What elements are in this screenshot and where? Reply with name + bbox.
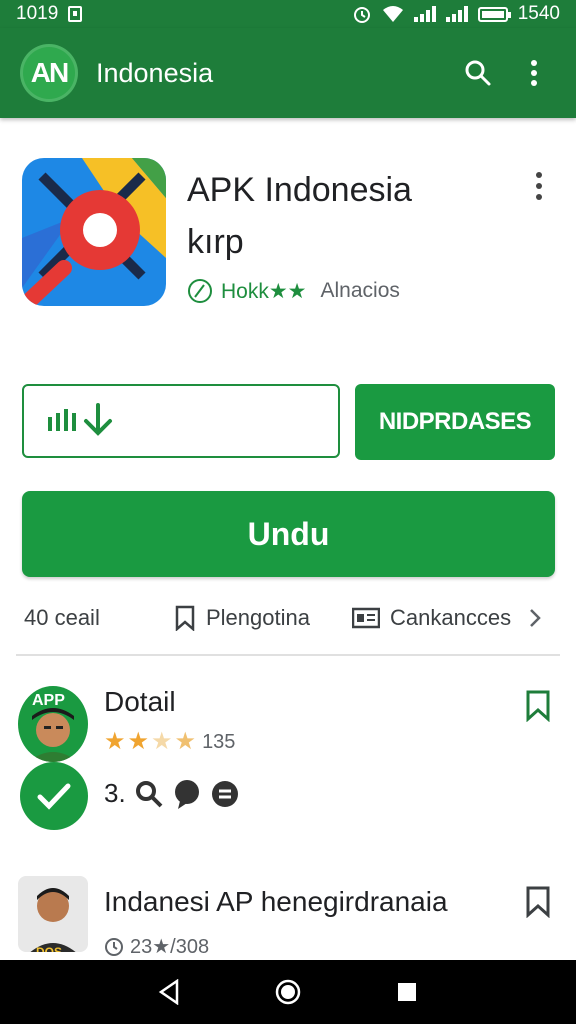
item-title: Indanesi AP henegirdranaia xyxy=(104,886,448,917)
avatar-image: DOS xyxy=(18,876,88,952)
item-stats-text: 3. xyxy=(104,778,126,808)
bookmark-icon xyxy=(175,605,195,631)
download-icon xyxy=(48,403,112,436)
back-icon xyxy=(159,979,179,1005)
more-vert-icon xyxy=(531,60,537,86)
downloads-text: 40 ceail xyxy=(24,605,100,630)
info-item-3-text: Cankancces xyxy=(390,605,512,630)
info-item-2[interactable]: Plengotina xyxy=(174,605,352,631)
clock-icon xyxy=(105,937,123,956)
info-item-2-text: Plengotina xyxy=(206,605,310,630)
secondary-button[interactable]: NIDPRDASES xyxy=(355,384,555,460)
item-rating: ★ ★ ★ ★ 135 xyxy=(104,730,235,754)
bookmark-icon xyxy=(526,690,550,723)
id-card-icon xyxy=(352,607,380,629)
star-icon: ★ xyxy=(127,728,150,755)
system-nav-bar xyxy=(0,960,576,1024)
item-title: Dotail xyxy=(104,686,176,717)
app-icon[interactable] xyxy=(22,158,166,306)
svg-text:DOS: DOS xyxy=(36,945,62,952)
more-vert-icon xyxy=(536,172,542,200)
alarm-icon xyxy=(353,7,370,23)
avatar: DOS xyxy=(18,876,88,952)
home-button[interactable] xyxy=(268,972,308,1012)
back-button[interactable] xyxy=(149,972,189,1012)
app-bar-title: Indonesia xyxy=(96,57,214,88)
app-rating: Hokk★★ xyxy=(221,279,307,303)
app-header: APK Indonesia kırp Hokk★★ Alnacios xyxy=(22,158,554,308)
star-icon: ★ xyxy=(104,728,126,755)
installed-badge xyxy=(20,762,88,830)
app-meta: Hokk★★ Alnacios xyxy=(187,278,400,304)
chat-icon xyxy=(174,779,199,809)
search-button[interactable] xyxy=(456,51,500,95)
app-name-line1: APK Indonesia xyxy=(187,171,412,209)
avatar: APP xyxy=(18,686,88,762)
signal-icon xyxy=(413,6,436,22)
logo-text: AN xyxy=(30,57,69,88)
chevron-right-icon[interactable] xyxy=(527,607,543,629)
search-icon xyxy=(135,780,163,807)
battery-icon xyxy=(477,6,511,22)
star-icon: ★ xyxy=(151,728,173,755)
signal-icon-2 xyxy=(445,6,468,22)
avatar-badge-text: APP xyxy=(32,692,65,709)
star-icon: ★ xyxy=(174,728,197,755)
rating-count: 135 xyxy=(202,730,236,753)
verified-icon xyxy=(188,279,212,303)
list-item[interactable]: DOS Indanesi AP henegirdranaia 23★/308 xyxy=(18,876,558,960)
map-pin-app-icon xyxy=(22,158,166,306)
divider xyxy=(16,654,560,656)
app-bar: AN Indonesia xyxy=(0,28,576,118)
rating-text: 23★/308 xyxy=(130,936,210,958)
install-button[interactable]: Undu xyxy=(22,491,555,577)
wifi-icon xyxy=(382,6,403,22)
app-name-line2: kırp xyxy=(187,223,244,261)
bookmark-icon xyxy=(526,886,550,919)
status-right-text: 1540 xyxy=(517,3,560,24)
item-stats: 3. xyxy=(104,778,240,809)
app-more-button[interactable] xyxy=(524,166,554,206)
search-icon xyxy=(465,60,491,86)
overflow-menu-button[interactable] xyxy=(512,51,556,95)
download-size-button[interactable] xyxy=(22,384,340,458)
status-time: 1019 xyxy=(16,3,59,24)
info-row: 40 ceail Plengotina Cankancces xyxy=(24,598,554,638)
downloads-info: 40 ceail xyxy=(24,605,174,631)
list-item[interactable]: APP Dotail ★ ★ ★ ★ 135 3. xyxy=(18,686,558,836)
check-icon xyxy=(37,783,71,810)
bookmark-button[interactable] xyxy=(524,690,554,724)
recents-button[interactable] xyxy=(387,972,427,1012)
bookmark-button[interactable] xyxy=(524,886,554,920)
info-item-3[interactable]: Cankancces xyxy=(352,605,543,631)
status-bar: 1019 1540 xyxy=(0,0,576,28)
recents-icon xyxy=(397,983,416,1001)
app-logo[interactable]: AN xyxy=(20,44,78,102)
home-icon xyxy=(275,979,301,1005)
item-rating: 23★/308 xyxy=(104,934,209,959)
link-icon xyxy=(211,780,238,807)
app-developer[interactable]: Alnacios xyxy=(321,279,400,303)
app-name: APK Indonesia kırp xyxy=(187,164,487,268)
notification-icon xyxy=(68,6,83,22)
